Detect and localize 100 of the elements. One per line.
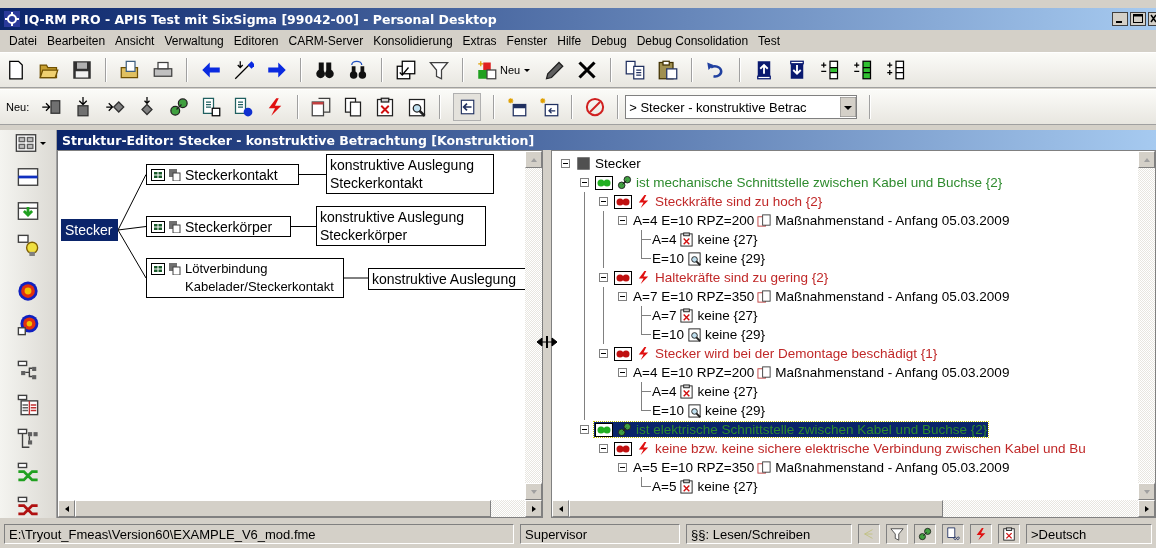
two-pages-icon[interactable] (343, 97, 364, 117)
menu-item[interactable]: Test (753, 32, 786, 50)
minimize-icon[interactable] (1112, 12, 1128, 26)
new-file-icon[interactable] (6, 60, 26, 80)
tree-row[interactable]: E=10 keine {29} (651, 251, 766, 266)
menu-item[interactable]: Ansicht (110, 32, 160, 50)
collapse-icon[interactable] (618, 292, 627, 301)
bowtie-icon[interactable] (17, 496, 39, 518)
tree-row[interactable]: E=10 keine {29} (651, 403, 766, 418)
clipboard-magnifier-icon[interactable] (407, 97, 428, 117)
page-infinity-icon[interactable] (946, 527, 960, 541)
tree-diagram-icon[interactable] (17, 360, 39, 382)
menu-item[interactable]: CARM-Server (283, 32, 369, 50)
line-diamond-icon[interactable] (234, 60, 254, 80)
menu-item[interactable]: Verwaltung (159, 32, 229, 50)
gears-icon[interactable] (918, 527, 932, 541)
lightning-icon[interactable] (974, 527, 988, 541)
left-arrow-icon[interactable] (201, 60, 221, 80)
clipboard-magnifier-icon (686, 327, 702, 342)
clipboard-icon[interactable] (658, 60, 679, 80)
collapse-icon[interactable] (618, 463, 627, 472)
menu-item[interactable]: Debug Consolidation (631, 32, 754, 50)
prohibition-sign-icon[interactable] (585, 97, 606, 117)
menu-item[interactable]: Bearbeiten (42, 32, 111, 50)
window-bulb-icon[interactable] (17, 234, 39, 256)
horizontal-scrollbar[interactable] (552, 500, 1155, 517)
tree-item-label: A=7 (652, 308, 677, 323)
tree-row[interactable]: A=4 E=10 RPZ=200 Maßnahmenstand - Anfang 05.03.2009 (632, 365, 1011, 380)
collapse-icon[interactable] (561, 159, 570, 168)
close-icon[interactable] (1148, 12, 1156, 26)
printer-icon[interactable] (153, 60, 173, 80)
tree-row[interactable]: E=10 keine {29} (651, 327, 766, 342)
copy-pages-icon[interactable] (625, 60, 646, 80)
filter-icon[interactable] (890, 527, 904, 541)
new-button[interactable]: Neu (477, 60, 532, 80)
collapse-icon[interactable] (580, 425, 589, 434)
collapse-icon[interactable] (599, 444, 608, 453)
page-stack-icon (168, 263, 182, 275)
window-pages-icon[interactable] (311, 97, 332, 117)
dropdown-arrow-icon[interactable] (840, 97, 857, 117)
page-circle-icon[interactable] (233, 97, 254, 117)
horizontal-scrollbar[interactable] (58, 500, 542, 517)
collapse-icon[interactable] (618, 216, 627, 225)
download-window-icon[interactable] (17, 200, 39, 222)
language[interactable]: >Deutsch (1026, 524, 1152, 544)
tree-row[interactable]: A=7 keine {27} (651, 308, 759, 323)
target-page-icon[interactable] (17, 314, 39, 336)
arrow-square-icon[interactable] (41, 97, 62, 117)
menu-item[interactable]: Datei (4, 32, 42, 50)
caret-icon[interactable] (39, 139, 47, 147)
pencil-icon[interactable] (544, 60, 565, 80)
scroll-right-icon[interactable] (1142, 504, 1151, 513)
close-icon[interactable] (577, 60, 598, 80)
folder-page-icon[interactable] (120, 60, 140, 80)
tree-row[interactable]: A=4 keine {27} (651, 384, 759, 399)
row-add-icon[interactable] (820, 60, 841, 80)
filter-icon[interactable] (429, 60, 449, 80)
page-square-icon[interactable] (201, 97, 222, 117)
tree-row[interactable]: A=5 E=10 RPZ=350 Maßnahmenstand - Anfang 05.03.2009 (632, 460, 1011, 475)
row-add-fill-icon[interactable] (853, 60, 874, 80)
binoculars-icon[interactable] (315, 60, 335, 80)
tree-row[interactable]: Steckkräfte sind zu hoch {2} (613, 194, 824, 209)
collapse-icon[interactable] (580, 178, 589, 187)
binoculars-arrow-icon[interactable] (348, 60, 368, 80)
tree-row[interactable]: A=7 E=10 RPZ=350 Maßnahmenstand - Anfang 05.03.2009 (632, 289, 1011, 304)
clipboard-x-icon[interactable] (375, 97, 396, 117)
tree-row[interactable]: A=5 keine {27} (651, 479, 759, 494)
collapse-icon[interactable] (618, 368, 627, 377)
hierarchy-icon[interactable] (17, 428, 39, 450)
view-dropdown[interactable]: > Stecker - konstruktive Betrac (625, 95, 858, 119)
target-icon[interactable] (17, 280, 39, 302)
gears-icon[interactable] (169, 97, 190, 117)
menu-item[interactable]: Editoren (228, 32, 284, 50)
tree-row[interactable]: A=4 E=10 RPZ=200 Maßnahmenstand - Anfang 05.03.2009 (632, 213, 1011, 228)
table-window-icon[interactable] (17, 394, 39, 416)
tree-row[interactable]: A=4 keine {27} (651, 232, 759, 247)
menu-item[interactable]: Debug (586, 32, 632, 50)
sparkle-window-icon[interactable] (507, 97, 528, 117)
collapse-icon[interactable] (599, 273, 608, 282)
row-plus-icon[interactable] (886, 60, 907, 80)
striped-window-icon[interactable] (17, 166, 39, 188)
menu-item[interactable]: Fenster (501, 32, 553, 50)
checkbox-pair-icon[interactable] (396, 60, 416, 80)
menu-item[interactable]: Hilfe (552, 32, 587, 50)
tree-row[interactable]: Stecker (575, 156, 642, 171)
bowtie-icon[interactable] (17, 462, 39, 484)
save-icon[interactable] (72, 60, 92, 80)
insert-button[interactable] (453, 93, 482, 121)
maximize-icon[interactable] (1130, 12, 1146, 26)
sparkle-window-arrow-icon[interactable] (539, 97, 560, 117)
menu-item[interactable]: Extras (457, 32, 502, 50)
diagram-node[interactable]: Stecker (61, 219, 118, 241)
menu-item[interactable]: Konsolidierung (368, 32, 458, 50)
collapse-icon[interactable] (599, 197, 608, 206)
tree-row[interactable]: Haltekräfte sind zu gering {2} (613, 270, 830, 285)
right-arrow-icon[interactable] (267, 60, 287, 80)
scroll-right-icon[interactable] (529, 504, 538, 513)
grid-window-icon[interactable] (15, 132, 37, 154)
collapse-icon[interactable] (599, 349, 608, 358)
clipboard-x-icon[interactable] (1002, 527, 1016, 541)
